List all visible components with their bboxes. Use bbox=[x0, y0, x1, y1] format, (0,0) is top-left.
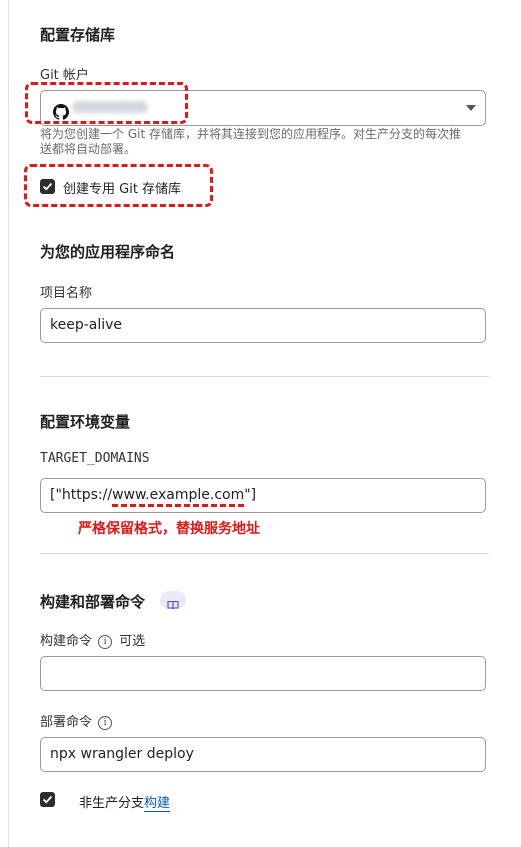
deploy-cmd-input[interactable]: npx wrangler deploy bbox=[40, 737, 486, 772]
divider-1 bbox=[40, 376, 489, 377]
deploy-cmd-label: 部署命令 bbox=[40, 715, 93, 730]
chevron-down-icon[interactable] bbox=[466, 105, 476, 111]
info-icon[interactable]: i bbox=[98, 715, 113, 730]
nonprod-build-link[interactable]: 构建 bbox=[144, 796, 171, 812]
book-icon bbox=[167, 595, 179, 614]
nonprod-build-label: 非生产分支构建 bbox=[79, 792, 171, 812]
repo-help-text: 将为您创建一个 Git 存储库，并将其连接到您的应用程序。对生产分支的每次推 送… bbox=[40, 127, 461, 157]
docs-badge[interactable] bbox=[160, 591, 186, 610]
build-cmd-label-row: 构建命令 i 可选 bbox=[40, 630, 145, 649]
section-title-env: 配置环境变量 bbox=[40, 413, 131, 431]
project-name-input[interactable]: keep-alive bbox=[40, 308, 486, 343]
build-cmd-label: 构建命令 bbox=[40, 634, 93, 649]
build-cmd-input[interactable] bbox=[40, 656, 486, 691]
repo-help-line1: 将为您创建一个 Git 存储库，并将其连接到您的应用程序。对生产分支的每次推 bbox=[40, 127, 461, 141]
project-name-label: 项目名称 bbox=[40, 286, 93, 301]
repo-help-line2: 送都将自动部署。 bbox=[40, 142, 137, 156]
section-title-repo: 配置存储库 bbox=[40, 26, 116, 44]
env-annotation: 严格保留格式，替换服务地址 bbox=[78, 521, 260, 537]
git-account-label: Git 帐户 bbox=[40, 68, 89, 83]
divider-2 bbox=[40, 553, 489, 554]
highlight-git-account bbox=[25, 82, 188, 124]
build-cmd-optional: 可选 bbox=[119, 634, 146, 649]
nonprod-label-text: 非生产分支 bbox=[79, 796, 145, 811]
info-icon[interactable]: i bbox=[98, 634, 113, 649]
env-var-name: TARGET_DOMAINS bbox=[40, 451, 150, 466]
highlight-create-repo bbox=[24, 164, 213, 207]
section-title-name: 为您的应用程序命名 bbox=[40, 243, 176, 261]
env-value-suffix: "] bbox=[244, 487, 257, 503]
page-left-border bbox=[8, 0, 9, 847]
nonprod-build-checkbox[interactable] bbox=[40, 792, 55, 807]
env-var-value-input[interactable]: ["https://www.example.com"] bbox=[40, 478, 486, 513]
env-value-host: www.example.com bbox=[112, 487, 245, 507]
deploy-cmd-label-row: 部署命令 i bbox=[40, 711, 113, 730]
env-value-prefix: ["https:// bbox=[50, 487, 113, 503]
section-title-build: 构建和部署命令 bbox=[40, 593, 146, 611]
